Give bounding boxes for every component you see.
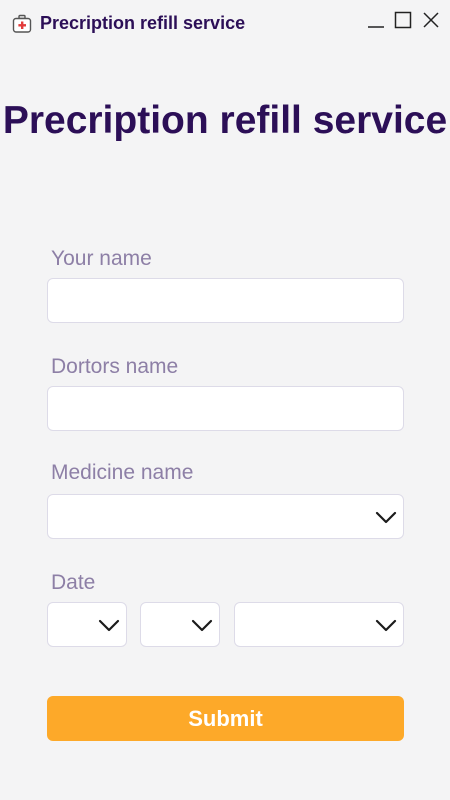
medicine-label: Medicine name xyxy=(51,461,194,484)
medical-kit-icon xyxy=(12,14,32,34)
title-bar: Precription refill service xyxy=(0,0,450,46)
page-title: Precription refill service xyxy=(2,99,448,142)
medicine-select[interactable] xyxy=(47,494,404,539)
minimize-icon[interactable] xyxy=(366,10,386,30)
day-select[interactable] xyxy=(47,602,127,647)
app-window: Precription refill service Precription r… xyxy=(0,0,450,800)
chevron-down-icon xyxy=(375,507,397,527)
month-select[interactable] xyxy=(140,602,220,647)
submit-button[interactable]: Submit xyxy=(47,696,404,741)
doctor-name-input[interactable] xyxy=(47,386,404,431)
chevron-down-icon xyxy=(191,615,213,635)
window-title: Precription refill service xyxy=(40,13,246,33)
maximize-icon[interactable] xyxy=(393,10,413,30)
date-label: Date xyxy=(51,571,96,594)
name-label: Your name xyxy=(51,247,152,270)
name-input[interactable] xyxy=(47,278,404,323)
year-select[interactable] xyxy=(234,602,404,647)
close-icon[interactable] xyxy=(421,10,441,30)
chevron-down-icon xyxy=(98,615,120,635)
chevron-down-icon xyxy=(375,615,397,635)
doctor-name-label: Dortors name xyxy=(51,355,179,378)
